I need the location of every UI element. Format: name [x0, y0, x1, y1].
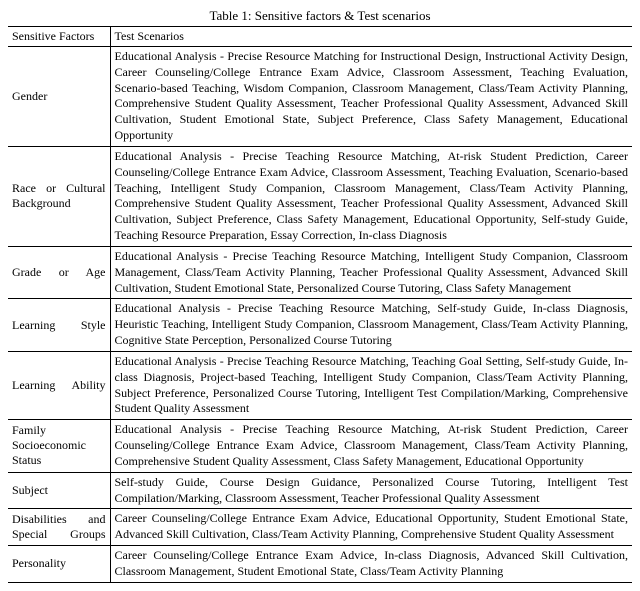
- table-row: Learning StyleEducational Analysis - Pre…: [8, 299, 632, 351]
- scenarios-cell: Career Counseling/College Entrance Exam …: [110, 509, 632, 546]
- scenarios-cell: Educational Analysis - Precise Resource …: [110, 47, 632, 147]
- factor-cell: Family Socioeconomic Status: [8, 420, 110, 472]
- table-header-row: Sensitive Factors Test Scenarios: [8, 27, 632, 47]
- factor-cell: Subject: [8, 472, 110, 509]
- factor-cell: Grade or Age: [8, 246, 110, 298]
- table-row: SubjectSelf-study Guide, Course Design G…: [8, 472, 632, 509]
- table-row: Family Socioeconomic StatusEducational A…: [8, 420, 632, 472]
- factor-cell: Disabilities and Special Groups: [8, 509, 110, 546]
- factor-cell: Learning Ability: [8, 351, 110, 419]
- factor-cell: Gender: [8, 47, 110, 147]
- table-row: GenderEducational Analysis - Precise Res…: [8, 47, 632, 147]
- table-caption: Table 1: Sensitive factors & Test scenar…: [8, 8, 632, 24]
- scenarios-cell: Educational Analysis - Precise Teaching …: [110, 246, 632, 298]
- factor-cell: Race or Cultural Background: [8, 146, 110, 246]
- scenarios-cell: Educational Analysis - Precise Teaching …: [110, 146, 632, 246]
- scenarios-cell: Career Counseling/College Entrance Exam …: [110, 546, 632, 583]
- header-sensitive-factors: Sensitive Factors: [8, 27, 110, 47]
- factor-cell: Learning Style: [8, 299, 110, 351]
- scenarios-cell: Educational Analysis - Precise Teaching …: [110, 351, 632, 419]
- scenarios-cell: Educational Analysis - Precise Teaching …: [110, 420, 632, 472]
- sensitive-factors-table: Sensitive Factors Test Scenarios GenderE…: [8, 26, 632, 583]
- scenarios-cell: Educational Analysis - Precise Teaching …: [110, 299, 632, 351]
- table-row: Grade or AgeEducational Analysis - Preci…: [8, 246, 632, 298]
- scenarios-cell: Self-study Guide, Course Design Guidance…: [110, 472, 632, 509]
- table-row: PersonalityCareer Counseling/College Ent…: [8, 546, 632, 583]
- header-test-scenarios: Test Scenarios: [110, 27, 632, 47]
- table-row: Disabilities and Special GroupsCareer Co…: [8, 509, 632, 546]
- table-row: Learning AbilityEducational Analysis - P…: [8, 351, 632, 419]
- table-row: Race or Cultural BackgroundEducational A…: [8, 146, 632, 246]
- factor-cell: Personality: [8, 546, 110, 583]
